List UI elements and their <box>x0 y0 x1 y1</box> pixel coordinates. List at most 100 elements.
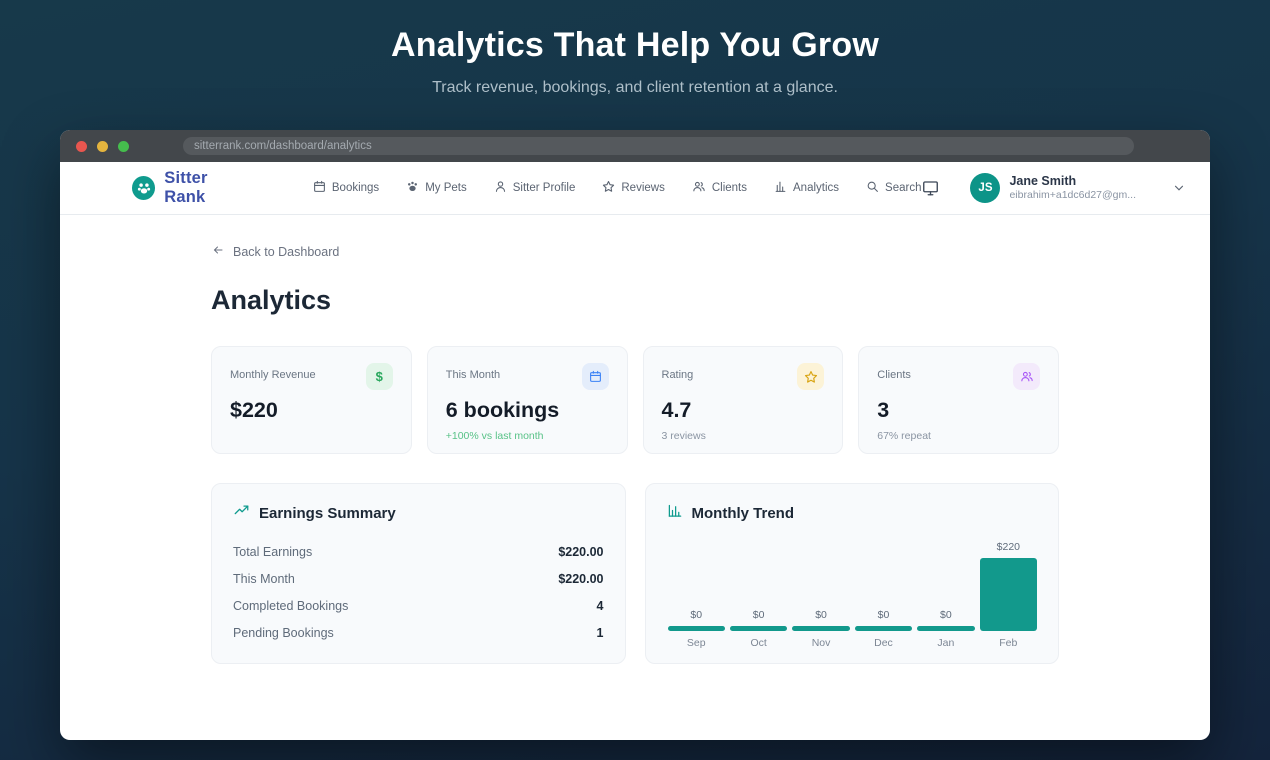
panel-title: Earnings Summary <box>259 505 396 522</box>
page-content: Back to Dashboard Analytics Monthly Reve… <box>60 215 1210 664</box>
trending-up-icon <box>233 503 250 523</box>
bar-month-label: Feb <box>999 637 1017 649</box>
nav-item-search[interactable]: Search <box>866 180 921 196</box>
stat-label: Rating <box>662 363 694 381</box>
chart-column: $0 Oct <box>730 609 787 649</box>
nav-item-sitter-profile[interactable]: Sitter Profile <box>494 180 576 196</box>
summary-row: Pending Bookings 1 <box>233 619 604 646</box>
minimize-window-button[interactable] <box>97 141 108 152</box>
bar-month-label: Sep <box>687 637 706 649</box>
sitter-rank-logo-icon <box>132 176 155 200</box>
trend-bar <box>980 558 1037 631</box>
brand-logo[interactable]: Sitter Rank <box>132 169 251 207</box>
hero-section: Analytics That Help You Grow Track reven… <box>0 0 1270 97</box>
avatar-initials: JS <box>978 182 992 194</box>
stat-value: 3 <box>877 398 1040 423</box>
back-arrow-icon <box>211 244 225 259</box>
bar-month-label: Nov <box>812 637 831 649</box>
bar-value-label: $220 <box>997 541 1020 553</box>
summary-row: Total Earnings $220.00 <box>233 538 604 565</box>
nav-label: Sitter Profile <box>513 182 576 194</box>
trend-bar <box>792 626 849 631</box>
chart-column: $0 Nov <box>792 609 849 649</box>
page-title: Analytics <box>211 285 1059 316</box>
row-label: Pending Bookings <box>233 626 334 640</box>
bar-month-label: Oct <box>750 637 766 649</box>
hero-title: Analytics That Help You Grow <box>0 26 1270 65</box>
nav-label: Analytics <box>793 182 839 194</box>
nav-item-my-pets[interactable]: My Pets <box>406 180 467 196</box>
summary-rows: Total Earnings $220.00 This Month $220.0… <box>233 538 604 646</box>
close-window-button[interactable] <box>76 141 87 152</box>
stat-label: Monthly Revenue <box>230 363 316 381</box>
nav-right: JS Jane Smith eibrahim+a1dc6d27@gm... <box>921 173 1186 203</box>
stat-label: Clients <box>877 363 911 381</box>
nav-label: Bookings <box>332 182 379 194</box>
nav-menu: Bookings My Pets Sitter Profile <box>313 180 922 196</box>
trend-bar <box>917 626 974 631</box>
bar-value-label: $0 <box>815 609 827 621</box>
bar-value-label: $0 <box>690 609 702 621</box>
nav-item-bookings[interactable]: Bookings <box>313 180 379 196</box>
back-link-label: Back to Dashboard <box>233 245 339 259</box>
user-meta: Jane Smith eibrahim+a1dc6d27@gm... <box>1009 174 1136 203</box>
users-icon <box>1013 363 1040 390</box>
summary-row: This Month $220.00 <box>233 565 604 592</box>
hero-subtitle: Track revenue, bookings, and client rete… <box>0 79 1270 97</box>
stat-value: 6 bookings <box>446 398 609 423</box>
nav-item-clients[interactable]: Clients <box>692 180 747 196</box>
bottom-panels: Earnings Summary Total Earnings $220.00 … <box>211 483 1059 664</box>
stat-cards: Monthly Revenue $ $220 This Month <box>211 346 1059 454</box>
url-bar[interactable]: sitterrank.com/dashboard/analytics <box>183 137 1134 155</box>
bar-value-label: $0 <box>940 609 952 621</box>
nav-item-analytics[interactable]: Analytics <box>774 180 839 196</box>
bar-value-label: $0 <box>753 609 765 621</box>
nav-label: Reviews <box>621 182 664 194</box>
stat-sub: 3 reviews <box>662 430 825 442</box>
chart-column: $0 Jan <box>917 609 974 649</box>
trend-bar <box>668 626 725 631</box>
trend-chart: $0 Sep $0 Oct $0 Nov $0 Dec $0 Jan $220 Feb <box>667 537 1038 649</box>
panel-title: Monthly Trend <box>692 505 795 522</box>
user-avatar[interactable]: JS <box>970 173 1000 203</box>
calendar-icon <box>313 180 326 196</box>
chart-column: $220 Feb <box>980 541 1037 649</box>
app-navbar: Sitter Rank Bookings <box>60 162 1210 215</box>
nav-item-reviews[interactable]: Reviews <box>602 180 664 196</box>
stat-card-rating: Rating 4.7 3 reviews <box>643 346 844 454</box>
maximize-window-button[interactable] <box>118 141 129 152</box>
nav-label: Clients <box>712 182 747 194</box>
star-icon <box>602 180 615 196</box>
user-name: Jane Smith <box>1009 174 1136 190</box>
stat-sub: 67% repeat <box>877 430 1040 442</box>
display-mode-button[interactable] <box>921 179 940 197</box>
row-label: Total Earnings <box>233 545 312 559</box>
row-value: $220.00 <box>558 545 603 559</box>
browser-titlebar: sitterrank.com/dashboard/analytics <box>60 130 1210 162</box>
bar-month-label: Dec <box>874 637 893 649</box>
stat-card-clients: Clients 3 67% repeat <box>858 346 1059 454</box>
user-email: eibrahim+a1dc6d27@gm... <box>1009 189 1136 202</box>
row-value: 4 <box>597 599 604 613</box>
summary-row: Completed Bookings 4 <box>233 592 604 619</box>
chevron-down-icon[interactable] <box>1172 181 1186 195</box>
back-to-dashboard-link[interactable]: Back to Dashboard <box>211 244 339 259</box>
brand-name: Sitter Rank <box>164 169 251 207</box>
nav-label: My Pets <box>425 182 467 194</box>
chart-column: $0 Dec <box>855 609 912 649</box>
row-value: 1 <box>597 626 604 640</box>
earnings-summary-panel: Earnings Summary Total Earnings $220.00 … <box>211 483 626 664</box>
paw-icon <box>406 180 419 196</box>
browser-window: sitterrank.com/dashboard/analytics Sitte… <box>60 130 1210 740</box>
stat-card-monthly-revenue: Monthly Revenue $ $220 <box>211 346 412 454</box>
chart-column: $0 Sep <box>668 609 725 649</box>
search-icon <box>866 180 879 196</box>
trend-bar <box>855 626 912 631</box>
stat-label: This Month <box>446 363 500 381</box>
bar-value-label: $0 <box>878 609 890 621</box>
star-icon <box>797 363 824 390</box>
bar-month-label: Jan <box>937 637 954 649</box>
stat-trend: +100% vs last month <box>446 430 609 442</box>
url-text: sitterrank.com/dashboard/analytics <box>194 140 372 152</box>
calendar-icon <box>582 363 609 390</box>
